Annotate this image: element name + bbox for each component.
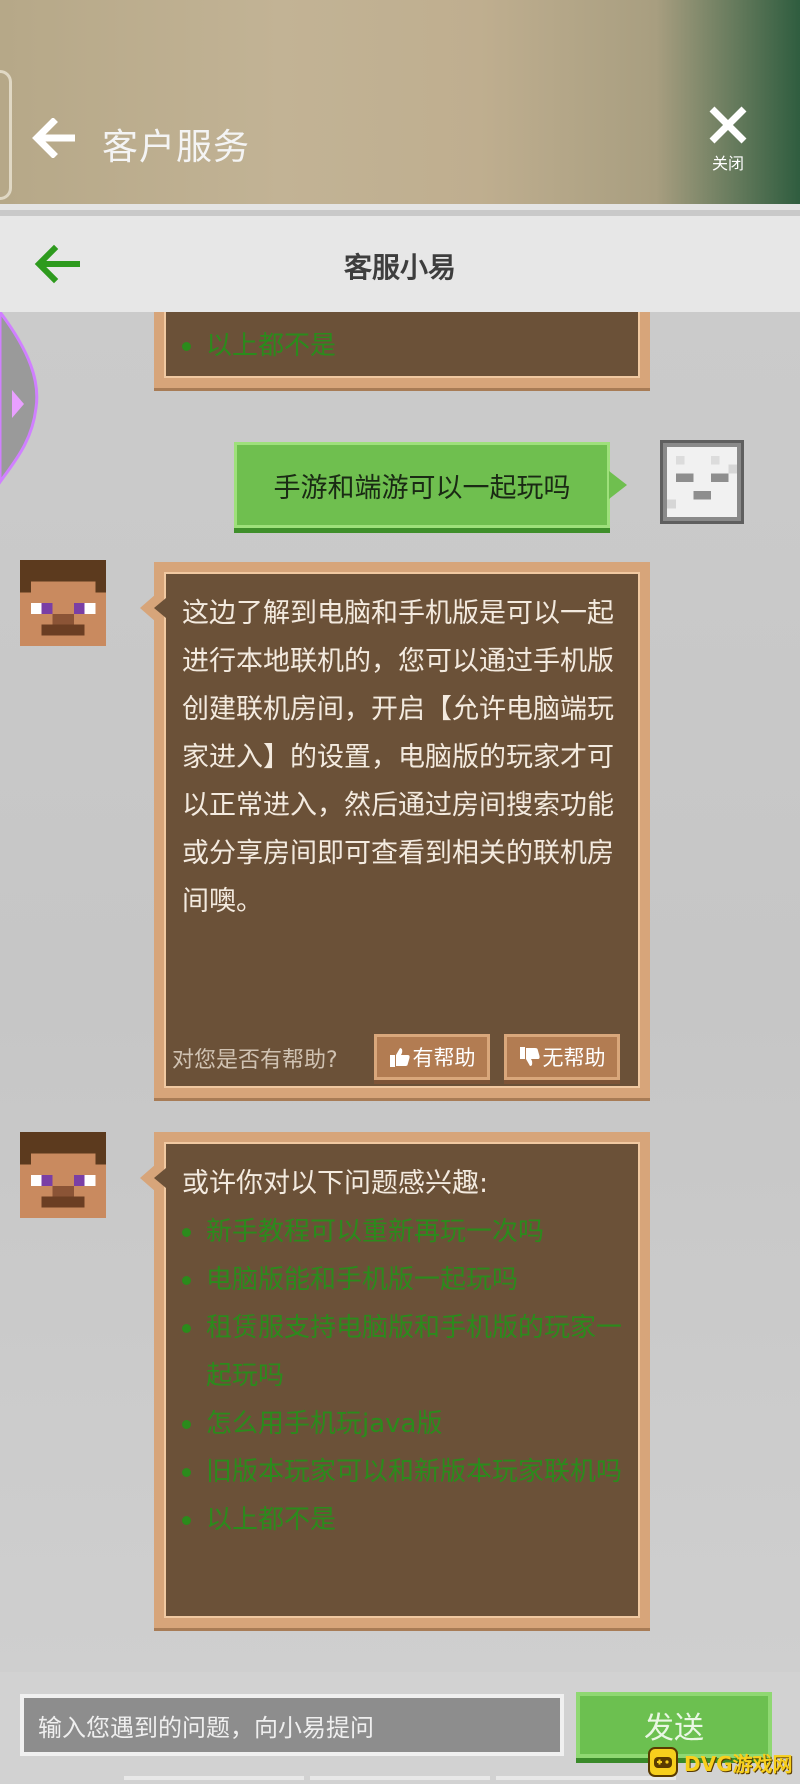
previous-message-bubble: 以上都不是: [154, 312, 650, 388]
chat-header: 客服小易: [0, 216, 800, 312]
ghast-face-icon: [667, 447, 737, 517]
blurred-edge: [0, 70, 12, 200]
helpful-no-label: 无帮助: [542, 1046, 606, 1070]
suggestion-link[interactable]: 旧版本玩家可以和新版本玩家联机吗: [174, 1448, 630, 1496]
bubble-tail-inner: [154, 1168, 166, 1188]
helpful-feedback-row: 对您是否有帮助? 有帮助 无帮助: [164, 1032, 640, 1080]
suggestion-link[interactable]: 以上都不是: [174, 322, 336, 370]
watermark-text: DVG游戏网: [684, 1751, 793, 1776]
close-label: 关闭: [711, 154, 744, 173]
answer-text: 这边了解到电脑和手机版是可以一起进行本地联机的，您可以通过手机版创建联机房间，开…: [182, 598, 614, 917]
suggestion-link[interactable]: 怎么用手机玩java版: [174, 1400, 630, 1448]
side-tab-icon[interactable]: [0, 312, 40, 512]
gamepad-logo-icon: [648, 1747, 678, 1777]
answer-message-bubble: 这边了解到电脑和手机版是可以一起进行本地联机的，您可以通过手机版创建联机房间，开…: [140, 562, 650, 1098]
helpful-yes-label: 有帮助: [412, 1046, 476, 1070]
question-input-placeholder: 输入您遇到的问题，向小易提问: [38, 1713, 374, 1742]
divider: [124, 1776, 304, 1780]
outer-header: 客户服务 关闭: [0, 0, 800, 210]
page-title: 客户服务: [102, 127, 251, 168]
divider: [310, 1776, 490, 1780]
suggestion-message-bubble: 或许你对以下问题感兴趣: 新手教程可以重新再玩一次吗 电脑版能和手机版一起玩吗 …: [140, 1132, 650, 1628]
close-icon: [709, 106, 747, 144]
helpful-yes-button[interactable]: 有帮助: [374, 1034, 490, 1080]
thumbs-down-icon: [519, 1047, 540, 1066]
thumbs-up-icon: [389, 1048, 410, 1067]
helpful-no-button[interactable]: 无帮助: [504, 1034, 620, 1080]
suggestion-link[interactable]: 以上都不是: [174, 1496, 630, 1544]
back-arrow-icon: [32, 118, 75, 158]
suggestion-link[interactable]: 租赁服支持电脑版和手机版的玩家一起玩吗: [174, 1304, 630, 1400]
suggestion-list: 新手教程可以重新再玩一次吗 电脑版能和手机版一起玩吗 租赁服支持电脑版和手机版的…: [174, 1208, 630, 1544]
helpful-question: 对您是否有帮助?: [172, 1048, 338, 1073]
suggestion-link[interactable]: 电脑版能和手机版一起玩吗: [174, 1256, 630, 1304]
support-avatar-icon: [20, 1132, 106, 1218]
user-avatar: [660, 440, 744, 524]
watermark: DVG游戏网: [648, 1744, 798, 1780]
bubble-tail-inner: [154, 598, 166, 618]
chat-area[interactable]: 以上都不是 手游和端游可以一起玩吗 这边了解到电脑和手机版是可以一起进行本地联机…: [0, 312, 800, 1672]
question-input[interactable]: 输入您遇到的问题，向小易提问: [20, 1694, 564, 1756]
suggestion-link[interactable]: 新手教程可以重新再玩一次吗: [174, 1208, 630, 1256]
chat-title: 客服小易: [343, 251, 456, 284]
user-message-bubble: 手游和端游可以一起玩吗: [234, 442, 627, 528]
suggestion-title: 或许你对以下问题感兴趣:: [182, 1168, 489, 1199]
back-button[interactable]: [28, 112, 80, 164]
support-avatar-icon: [20, 560, 106, 646]
close-button[interactable]: 关闭: [700, 104, 756, 180]
